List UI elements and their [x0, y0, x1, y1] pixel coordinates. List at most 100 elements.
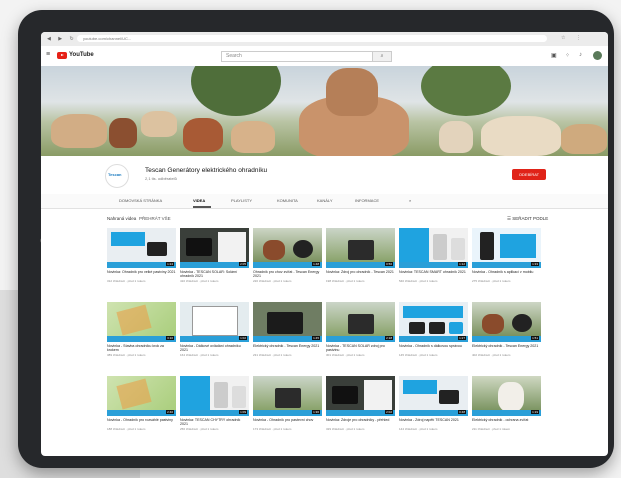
- video-meta: 145 zhlédnutí · před 1 rokem: [399, 353, 438, 357]
- video-duration: 0:56: [385, 262, 393, 266]
- video-title[interactable]: Novinka - Zdroj napětí TESCAN 2021: [399, 418, 468, 427]
- video-duration: 1:33: [531, 262, 539, 266]
- video-tile[interactable]: 1:45 Elektrický ohradník - Tescan Energy …: [253, 302, 322, 357]
- video-tile[interactable]: 2:05 Novinka - TESCAN SOLAR: Solární ohra…: [180, 228, 249, 283]
- bell-icon[interactable]: ♪: [579, 52, 582, 58]
- tab-videos[interactable]: VIDEA: [193, 198, 205, 203]
- video-tile[interactable]: 1:24 Novinka: Ohradník pro velké pastviny…: [107, 228, 176, 283]
- video-title[interactable]: Novinka: TESCAN CHYTRÝ ohradník 2021: [180, 418, 249, 427]
- tab-playlists[interactable]: PLAYLISTY: [231, 198, 252, 203]
- tab-home[interactable]: DOMOVSKÁ STRÁNKA: [119, 198, 162, 203]
- section-title: Nahraná videa: [107, 216, 137, 221]
- url-field[interactable]: youtube.com/channel/UC...: [77, 35, 547, 42]
- video-title[interactable]: Novinka - Ohradník s dálkovou správou: [399, 344, 468, 353]
- extensions-icon[interactable]: ⋮: [576, 35, 581, 41]
- tab-community[interactable]: KOMUNITA: [277, 198, 298, 203]
- channel-tabs: DOMOVSKÁ STRÁNKA VIDEA PLAYLISTY KOMUNIT…: [41, 194, 608, 209]
- search-input[interactable]: Search: [221, 51, 373, 62]
- tablet-screen: ◀ ▶ ↻ youtube.com/channel/UC... ☆ ⋮ ≡ Yo…: [41, 32, 608, 456]
- video-title[interactable]: Novinka: Zdroj pro ohradník - Tescan 202…: [326, 270, 395, 279]
- video-meta: 211 zhlédnutí · před 1 rokem: [472, 427, 511, 431]
- video-thumbnail[interactable]: 1:27: [399, 302, 468, 342]
- video-thumbnail[interactable]: 1:45: [253, 302, 322, 342]
- video-title[interactable]: Novinka: TESCAN SMART ohradník 2021: [399, 270, 468, 279]
- video-title[interactable]: Novinka: Zdroje pro ohradníky - přehled: [326, 418, 395, 427]
- video-duration: 2:40: [166, 410, 174, 414]
- browser-nav-icons[interactable]: ◀ ▶ ↻: [47, 36, 77, 42]
- video-title[interactable]: Novinka - Ohradník pro pastevní chov: [253, 418, 322, 427]
- video-thumbnail[interactable]: 1:09: [180, 376, 249, 416]
- video-tile[interactable]: 1:33 Novinka - Ohradník s aplikací v mobi…: [472, 228, 541, 283]
- video-thumbnail[interactable]: 1:51: [472, 302, 541, 342]
- account-avatar[interactable]: [593, 51, 602, 60]
- video-thumbnail[interactable]: 1:02: [180, 302, 249, 342]
- video-duration: 2:02: [385, 410, 393, 414]
- video-thumbnail[interactable]: 1:36: [253, 376, 322, 416]
- youtube-logo-icon[interactable]: [57, 52, 67, 59]
- video-thumbnail[interactable]: 1:19: [472, 376, 541, 416]
- video-duration: 1:09: [239, 410, 247, 414]
- subscribe-button[interactable]: ODEBÍRAT: [512, 169, 546, 180]
- tab-channels[interactable]: KANÁLY: [317, 198, 333, 203]
- video-tile[interactable]: 1:27 Novinka - Ohradník s dálkovou správo…: [399, 302, 468, 357]
- search-channel-icon[interactable]: ⌕: [409, 198, 411, 203]
- video-tile[interactable]: 1:12 Novinka: TESCAN SMART ohradník 2021 5…: [399, 228, 468, 283]
- video-thumbnail[interactable]: 0:56: [326, 228, 395, 268]
- video-meta: 164 zhlédnutí · před 1 rokem: [180, 353, 219, 357]
- video-thumbnail[interactable]: 2:40: [107, 376, 176, 416]
- video-duration: 1:51: [531, 336, 539, 340]
- video-thumbnail[interactable]: 2:05: [180, 228, 249, 268]
- video-thumbnail[interactable]: 2:02: [326, 376, 395, 416]
- video-title[interactable]: Novinka: Ohradník pro velké pastviny 202…: [107, 270, 176, 279]
- video-title[interactable]: Novinka - TESCAN SOLAR zdroj pro pastvin…: [326, 344, 395, 353]
- video-tile[interactable]: 3:10 Novinka - Stavba ohradníku krok za k…: [107, 302, 176, 357]
- video-meta: 173 zhlédnutí · před 1 rokem: [253, 427, 292, 431]
- video-title[interactable]: Novinka - TESCAN SOLAR: Solární ohradník…: [180, 270, 249, 279]
- video-thumbnail[interactable]: 0:48: [399, 376, 468, 416]
- video-meta: 301 zhlédnutí · před 1 rokem: [326, 353, 365, 357]
- video-title[interactable]: Novinka - Ohradník s aplikací v mobilu: [472, 270, 541, 279]
- video-tile[interactable]: 0:48 Novinka - Zdroj napětí TESCAN 2021 14…: [399, 376, 468, 431]
- video-duration: 2:05: [239, 262, 247, 266]
- youtube-logo-text[interactable]: YouTube: [69, 52, 94, 58]
- menu-icon[interactable]: ≡: [46, 51, 50, 58]
- video-title[interactable]: Novinka - Ohradník pro rozsáhlé pastviny: [107, 418, 176, 427]
- sort-by-button[interactable]: ☰ SEŘADIT PODLE: [507, 216, 548, 222]
- video-thumbnail[interactable]: 1:12: [399, 228, 468, 268]
- video-title[interactable]: Ohradník pro chov zvířat - Tescan Energy…: [253, 270, 322, 279]
- video-meta: 540 zhlédnutí · před 1 rokem: [399, 279, 438, 283]
- video-thumbnail[interactable]: 3:10: [107, 302, 176, 342]
- bookmark-icon[interactable]: ☆: [561, 35, 565, 41]
- video-meta: 220 zhlédnutí · před 1 rokem: [253, 279, 292, 283]
- video-tile[interactable]: 0:56 Novinka: Zdroj pro ohradník - Tescan…: [326, 228, 395, 283]
- video-thumbnail[interactable]: 1:48: [253, 228, 322, 268]
- channel-name: Tescan Generátory elektrického ohradníku: [145, 167, 268, 174]
- video-tile[interactable]: 2:18 Novinka - TESCAN SOLAR zdroj pro pas…: [326, 302, 395, 357]
- play-all-button[interactable]: PŘEHRÁT VŠE: [139, 216, 171, 221]
- upload-icon[interactable]: ▣: [551, 52, 557, 59]
- apps-icon[interactable]: ⁘: [565, 52, 570, 59]
- video-thumbnail[interactable]: 1:33: [472, 228, 541, 268]
- video-tile[interactable]: 1:09 Novinka: TESCAN CHYTRÝ ohradník 2021…: [180, 376, 249, 431]
- video-tile[interactable]: 1:48 Ohradník pro chov zvířat - Tescan En…: [253, 228, 322, 283]
- video-thumbnail[interactable]: 2:18: [326, 302, 395, 342]
- video-meta: 329 zhlédnutí · před 1 rokem: [326, 427, 365, 431]
- video-thumbnail[interactable]: 1:24: [107, 228, 176, 268]
- video-title[interactable]: Elektrický ohradník - Tescan Energy 2021: [472, 344, 541, 353]
- video-duration: 1:27: [458, 336, 466, 340]
- video-title[interactable]: Elektrický ohradník - ochrana zvířat: [472, 418, 541, 427]
- video-tile[interactable]: 1:51 Elektrický ohradník - Tescan Energy …: [472, 302, 541, 357]
- search-button[interactable]: ⌕: [372, 51, 392, 62]
- video-tile[interactable]: 2:40 Novinka - Ohradník pro rozsáhlé past…: [107, 376, 176, 431]
- video-duration: 1:36: [312, 410, 320, 414]
- video-title[interactable]: Novinka - Dálkové ovládání ohradníku 202…: [180, 344, 249, 353]
- channel-avatar[interactable]: Tescan: [105, 164, 129, 188]
- video-title[interactable]: Novinka - Stavba ohradníku krok za kroke…: [107, 344, 176, 353]
- channel-banner: [41, 66, 608, 156]
- video-tile[interactable]: 1:19 Elektrický ohradník - ochrana zvířat…: [472, 376, 541, 431]
- video-tile[interactable]: 1:36 Novinka - Ohradník pro pastevní chov…: [253, 376, 322, 431]
- video-title[interactable]: Elektrický ohradník - Tescan Energy 2021: [253, 344, 322, 353]
- tab-about[interactable]: INFORMACE: [355, 198, 379, 203]
- video-tile[interactable]: 2:02 Novinka: Zdroje pro ohradníky - přeh…: [326, 376, 395, 431]
- video-tile[interactable]: 1:02 Novinka - Dálkové ovládání ohradníku…: [180, 302, 249, 357]
